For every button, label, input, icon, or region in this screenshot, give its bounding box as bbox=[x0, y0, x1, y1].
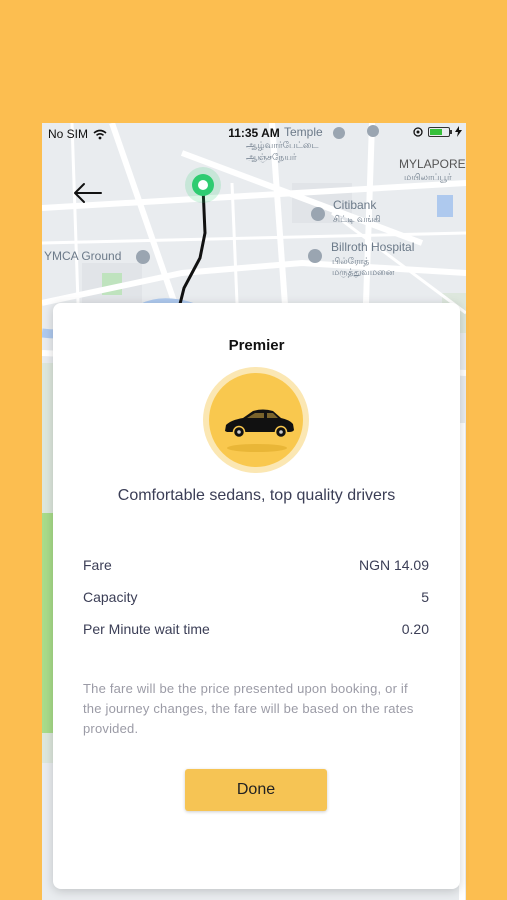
map-label-citibank: Citibank bbox=[333, 198, 377, 212]
detail-row-wait-time: Per Minute wait time 0.20 bbox=[83, 621, 429, 653]
fare-note: The fare will be the price presented upo… bbox=[83, 681, 414, 736]
poi-marker-hospital bbox=[308, 249, 322, 263]
map-label-mylapore: MYLAPORE bbox=[399, 157, 466, 171]
map-label-mylapore-tamil: மயிலாப்பூர் bbox=[404, 172, 452, 182]
detail-row-capacity: Capacity 5 bbox=[83, 589, 429, 621]
car-badge bbox=[203, 367, 309, 473]
detail-value: 5 bbox=[421, 589, 429, 605]
map-label-temple-tamil-2: ஆஞ்சநேயர் bbox=[246, 152, 297, 162]
detail-label: Fare bbox=[83, 557, 112, 573]
status-time: 11:35 AM bbox=[228, 126, 280, 140]
detail-value: 0.20 bbox=[401, 621, 429, 637]
vehicle-detail-card: Premier Comfortable sedans, top quality … bbox=[53, 303, 460, 889]
back-button[interactable] bbox=[70, 175, 106, 211]
detail-label: Per Minute wait time bbox=[83, 621, 210, 637]
detail-row-fare: Fare NGN 14.09 bbox=[83, 557, 429, 589]
poi-marker-ymca bbox=[136, 250, 150, 264]
battery-icon bbox=[428, 126, 452, 137]
pin-icon bbox=[185, 167, 221, 203]
fare-details: Fare NGN 14.09 Capacity 5 Per Minute wai… bbox=[83, 557, 429, 653]
back-arrow-icon bbox=[74, 183, 102, 203]
map-label-hospital: Billroth Hospital bbox=[331, 240, 415, 254]
vehicle-description: Comfortable sedans, top quality drivers bbox=[117, 487, 396, 504]
poi-marker-citibank bbox=[311, 207, 325, 221]
charging-icon bbox=[455, 126, 462, 137]
map-label-ymca: YMCA Ground bbox=[44, 249, 122, 263]
detail-label: Capacity bbox=[83, 589, 138, 605]
done-button[interactable]: Done bbox=[185, 769, 327, 811]
map-label-hospital-tamil-2: மருத்துவமனை bbox=[332, 267, 395, 277]
map-label-citibank-tamil: சிட்டி வங்கி bbox=[333, 214, 381, 224]
detail-value: NGN 14.09 bbox=[358, 557, 429, 573]
location-icon bbox=[413, 126, 423, 137]
car-icon bbox=[225, 409, 294, 452]
status-bar: No SIM 11:35 AM bbox=[42, 123, 466, 145]
vehicle-class-title: Premier bbox=[228, 337, 285, 354]
